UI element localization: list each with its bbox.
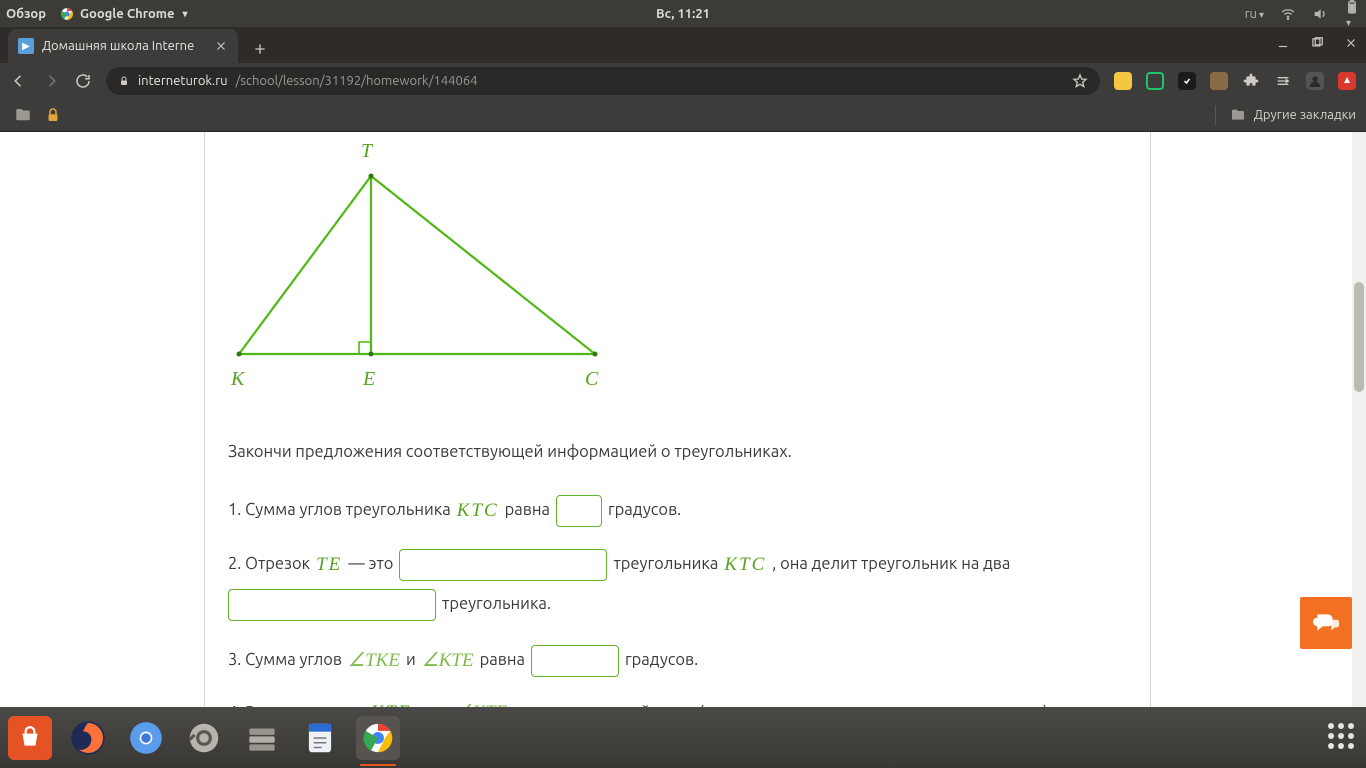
activities-button[interactable]: Обзор [6,7,46,21]
tab-title: Домашняя школа Interne [42,39,206,53]
dock-app-chromium[interactable] [124,716,168,760]
answer-input[interactable] [531,645,619,677]
question-1: 1. Сумма углов треугольника KTC равна гр… [228,495,1336,527]
keyboard-layout-indicator[interactable]: ru▾ [1245,7,1264,21]
ubuntu-dock [0,707,1366,768]
question-4: 4. В треугольнике KTE углу ∠KTE противол… [228,699,1336,707]
dock-app-software[interactable] [8,716,52,760]
bookmark-lock-icon[interactable] [44,106,62,124]
extension-icon[interactable] [1178,72,1196,90]
vertex-label-k: K [231,368,244,391]
url-path: /school/lesson/31192/homework/144064 [236,74,478,88]
answer-input[interactable] [399,549,607,581]
bookmarks-bar: Другие закладки [0,99,1366,132]
chrome-tab-strip: ▶ Домашняя школа Interne [0,27,1366,63]
vertical-scrollbar[interactable] [1352,132,1366,707]
question-3: 3. Сумма углов ∠TKE и ∠KTE равна градусо… [228,645,1336,677]
browser-tab[interactable]: ▶ Домашняя школа Interne [8,29,238,63]
media-control-icon[interactable] [1274,72,1292,90]
gnome-top-panel: Обзор Google Chrome▾ Вс, 11:21 ru▾ ▾ [0,0,1366,27]
feedback-button[interactable] [1300,597,1352,649]
dock-app-chrome[interactable] [356,716,400,760]
extensions-button[interactable] [1242,72,1260,90]
answer-input[interactable] [228,589,436,621]
app-menu-chrome[interactable]: Google Chrome▾ [60,7,188,21]
bookmark-folder-icon[interactable] [14,106,32,124]
network-icon[interactable] [1280,6,1296,22]
back-button[interactable] [10,72,28,90]
close-icon[interactable] [214,39,228,53]
other-bookmarks-label[interactable]: Другие закладки [1254,108,1356,122]
answer-input[interactable] [556,495,602,527]
intro-text: Закончи предложения соответствующей инфо… [228,440,1336,465]
extension-icon[interactable] [1210,72,1228,90]
address-bar[interactable]: interneturok.ru/school/lesson/31192/home… [106,67,1100,95]
vertex-label-e: E [363,368,375,391]
battery-icon[interactable]: ▾ [1344,0,1360,29]
dock-app-settings[interactable] [182,716,226,760]
profile-avatar[interactable] [1306,72,1324,90]
dock-app-writer[interactable] [298,716,342,760]
question-2: 2. Отрезок TE — это треугольника KTC, он… [228,549,1336,581]
clock[interactable]: Вс, 11:21 [656,7,710,21]
window-close-button[interactable] [1344,36,1358,54]
window-minimize-button[interactable] [1276,36,1290,54]
window-maximize-button[interactable] [1310,36,1324,54]
folder-icon [1230,107,1246,123]
page-viewport: T K E C Закончи предложения соответствую… [0,132,1366,707]
lock-icon [118,75,130,87]
volume-icon[interactable] [1312,6,1328,22]
vertex-label-t: T [361,140,372,163]
extension-icons [1114,72,1356,90]
vertex-label-c: C [585,368,598,391]
scrollbar-thumb[interactable] [1354,282,1364,392]
extension-icon[interactable] [1338,72,1356,90]
tab-favicon: ▶ [18,38,34,54]
show-applications-button[interactable] [1328,723,1358,753]
dock-app-firefox[interactable] [66,716,110,760]
url-domain: interneturok.ru [138,74,228,88]
forward-button[interactable] [42,72,60,90]
chrome-toolbar: interneturok.ru/school/lesson/31192/home… [0,63,1366,99]
triangle-figure: T K E C [225,132,625,402]
new-tab-button[interactable] [246,35,274,63]
extension-icon[interactable] [1146,72,1164,90]
extension-icon[interactable] [1114,72,1132,90]
bookmark-star-icon[interactable] [1072,73,1088,89]
dock-app-files[interactable] [240,716,284,760]
reload-button[interactable] [74,72,92,90]
